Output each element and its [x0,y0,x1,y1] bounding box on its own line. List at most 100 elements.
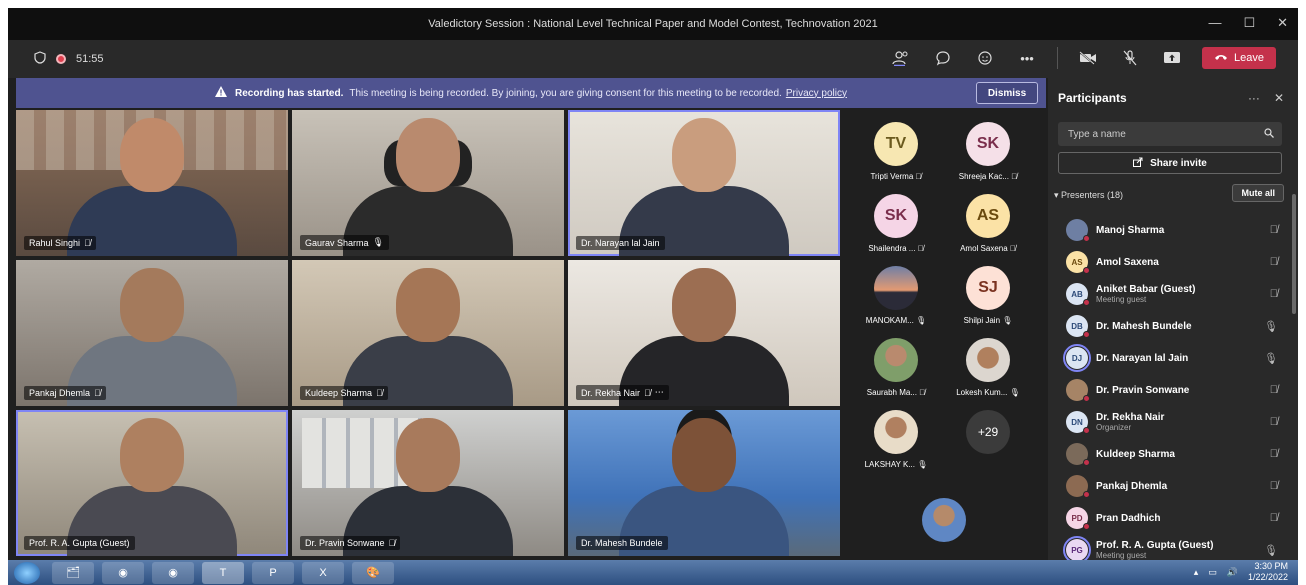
excel-icon[interactable]: X [302,561,344,584]
mute-all-button[interactable]: Mute all [1232,184,1284,202]
recording-banner: Recording has started. This meeting is b… [16,78,1046,108]
share-invite-button[interactable]: Share invite [1058,152,1282,174]
video-tile[interactable]: Dr. Mahesh Bundele [568,410,840,556]
list-item[interactable]: DN Dr. Rekha Nair Organizer 🎙̸ [1048,406,1292,438]
avatar [1066,379,1090,402]
leave-button[interactable]: Leave [1202,47,1276,69]
mic-off-icon: 🎙̸ [1269,288,1278,300]
video-tile[interactable]: Kuldeep Sharma 🎙̸ [292,260,564,406]
share-invite-label: Share invite [1150,157,1207,169]
title-bar: Valedictory Session : National Level Tec… [8,8,1298,40]
mic-icon: 🎙 [372,237,384,247]
search-input[interactable] [1058,122,1282,146]
list-item[interactable]: DB Dr. Mahesh Bundele 🎙 [1048,310,1292,342]
mic-icon: 🎙 [1264,545,1278,557]
list-item[interactable]: PG Prof. R. A. Gupta (Guest) Meeting gues… [1048,534,1292,560]
minimize-button[interactable]: — [1208,15,1221,31]
volume-icon[interactable]: 🔊 [1227,567,1238,578]
reactions-icon[interactable] [973,46,997,70]
privacy-policy-link[interactable]: Privacy policy [786,88,847,99]
chat-icon[interactable] [931,46,955,70]
video-tile[interactable]: Dr. Narayan lal Jain [568,110,840,256]
video-tile[interactable]: Gaurav Sharma 🎙 [292,110,564,256]
more-options-icon[interactable]: ••• [1015,46,1039,70]
avatar: PD [1066,507,1090,530]
share-icon [1133,157,1144,170]
window-controls: — ☐ ✕ [1208,15,1288,31]
search-icon [1264,128,1274,141]
start-button[interactable] [14,561,40,584]
avatar [1066,475,1090,498]
clock[interactable]: 3:30 PM 1/22/2022 [1248,561,1288,583]
dismiss-button[interactable]: Dismiss [976,82,1038,104]
participant-chip[interactable]: Lokesh Kum... 🎙 [944,338,1032,397]
mic-off-icon: 🎙̸ [1269,256,1278,268]
chevron-up-icon[interactable]: ▴ [1194,567,1199,578]
participant-chip[interactable]: AS Amol Saxena 🎙̸ [944,194,1032,253]
video-name-label: Rahul Singhi 🎙̸ [24,236,96,250]
video-name-label: Kuldeep Sharma 🎙̸ [300,386,388,400]
network-icon[interactable]: ▭ [1208,567,1217,578]
list-item[interactable]: Manoj Sharma 🎙̸ [1048,214,1292,246]
teams-icon[interactable]: T [202,561,244,584]
participant-chip[interactable]: SK Shailendra ... 🎙̸ [852,194,940,253]
participants-panel: Participants ··· ✕ Share invite ▾ Presen… [1048,78,1298,560]
maximize-button[interactable]: ☐ [1243,15,1255,31]
list-item[interactable]: PD Pran Dadhich 🎙̸ [1048,502,1292,534]
close-icon[interactable]: ✕ [1274,91,1284,105]
video-tile[interactable]: Pankaj Dhemla 🎙̸ [16,260,288,406]
mic-off-icon: 🎙̸ [376,388,383,398]
list-item[interactable]: AS Amol Saxena 🎙̸ [1048,246,1292,278]
file-explorer-icon[interactable]: 🗂 [52,561,94,584]
avatar: DN [1066,411,1090,434]
mic-off-icon: 🎙̸ [1269,480,1278,492]
close-button[interactable]: ✕ [1277,15,1288,31]
more-options-icon[interactable]: ··· [1248,91,1260,105]
video-tile[interactable]: Dr. Pravin Sonwane 🎙̸ [292,410,564,556]
participants-icon[interactable] [889,46,913,70]
list-item[interactable]: Pankaj Dhemla 🎙̸ [1048,470,1292,502]
powerpoint-icon[interactable]: P [252,561,294,584]
participant-chip[interactable]: MANOKAM... 🎙 [852,266,940,325]
mic-off-icon: 🎙̸ [915,172,922,181]
participant-chip[interactable]: Saurabh Ma... 🎙̸ [852,338,940,397]
video-tile[interactable]: Rahul Singhi 🎙̸ [16,110,288,256]
mic-off-icon: 🎙̸ [1269,448,1278,460]
banner-text: This meeting is being recorded. By joini… [349,87,782,99]
participant-chip[interactable]: LAKSHAY K... 🎙 [852,410,940,469]
list-item[interactable]: DJ Dr. Narayan lal Jain 🎙 [1048,342,1292,374]
mic-off-icon[interactable] [1118,46,1142,70]
avatar: DJ [1063,344,1091,372]
participant-chip[interactable]: SK Shreeja Kac... 🎙̸ [944,122,1032,181]
chrome-icon[interactable]: ◉ [152,561,194,584]
paint-icon[interactable]: 🎨 [352,561,394,584]
participant-chip[interactable]: TV Tripti Verma 🎙̸ [852,122,940,181]
toolbar-divider [1057,47,1059,69]
camera-off-icon[interactable] [1076,46,1100,70]
mic-off-icon: 🎙̸ [644,387,651,398]
list-item[interactable]: AB Aniket Babar (Guest) Meeting guest 🎙̸ [1048,278,1292,310]
avatar [1066,219,1090,242]
chevron-down-icon: ▾ [1054,190,1062,200]
list-item[interactable]: Kuldeep Sharma 🎙̸ [1048,438,1292,470]
scrollbar[interactable] [1292,194,1296,314]
presenters-section-header[interactable]: ▾ Presenters (18) [1054,190,1123,201]
mic-off-icon: 🎙̸ [1269,416,1278,428]
avatar [1066,443,1090,466]
mic-off-icon: 🎙̸ [1009,244,1016,253]
mic-icon: 🎙 [1264,353,1278,365]
more-participants-chip[interactable]: +29 [944,410,1032,460]
video-tile[interactable]: Prof. R. A. Gupta (Guest) [16,410,288,556]
participant-gallery-strip: TV Tripti Verma 🎙̸ SK Shreeja Kac... 🎙̸ … [848,108,1040,560]
list-item[interactable]: Dr. Pravin Sonwane 🎙̸ [1048,374,1292,406]
mic-icon: 🎙 [916,316,927,325]
video-name-label: Dr. Mahesh Bundele [576,536,668,550]
video-tile[interactable]: Dr. Rekha Nair 🎙̸ ⋯ [568,260,840,406]
share-screen-icon[interactable] [1160,46,1184,70]
meeting-timer: 51:55 [76,53,104,65]
avatar: AB [1066,283,1090,306]
chrome-icon[interactable]: ◉ [102,561,144,584]
video-name-label: Prof. R. A. Gupta (Guest) [24,536,135,550]
participant-chip[interactable]: SJ Shilpi Jain 🎙 [944,266,1032,325]
system-tray: ▴ ▭ 🔊 3:30 PM 1/22/2022 [1194,561,1288,583]
